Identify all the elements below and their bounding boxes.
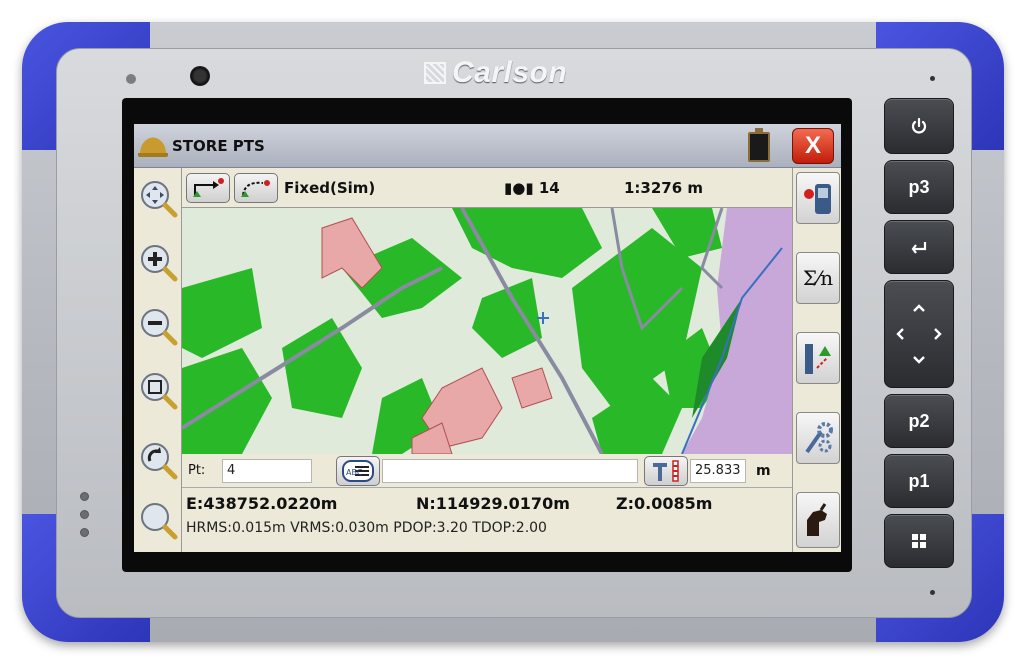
gps-quality-readout: HRMS:0.015m VRMS:0.030m PDOP:3.20 TDOP:2… xyxy=(186,520,547,536)
device-stage: Carlson p3 p2 p1 STORE PTS X Fixed(Sim) … xyxy=(0,0,1024,670)
zoom-previous-button[interactable] xyxy=(138,440,180,482)
page-title: STORE PTS xyxy=(172,136,265,155)
map-view[interactable] xyxy=(182,208,792,454)
dpad-right-icon[interactable] xyxy=(933,327,943,341)
settings-button[interactable] xyxy=(796,412,840,464)
dpad-left-icon[interactable] xyxy=(895,327,905,341)
store-offset-button[interactable] xyxy=(234,172,278,203)
hardhat-icon[interactable] xyxy=(138,134,168,157)
map-drawing xyxy=(182,208,792,454)
hw-p2-button[interactable]: p2 xyxy=(884,394,954,448)
tools-gear-icon xyxy=(805,422,833,454)
northing-value: N:114929.0170m xyxy=(416,494,570,513)
coordinate-readout: E:438752.0220m N:114929.0170m Z:0.0085m xyxy=(186,490,786,518)
pan-button[interactable] xyxy=(138,178,180,220)
zoom-in-button[interactable] xyxy=(138,242,180,284)
description-list-button[interactable]: ABC xyxy=(336,455,380,486)
close-button[interactable]: X xyxy=(792,128,834,164)
point-entry-bar: Pt: 4 ABC 25.833 m xyxy=(182,454,792,488)
rod-height-input[interactable]: 25.833 xyxy=(690,458,746,483)
exit-routine-button[interactable] xyxy=(796,492,840,548)
description-input[interactable] xyxy=(382,458,638,483)
satellite-icon: ▮●▮ xyxy=(504,178,539,197)
power-icon xyxy=(911,117,927,134)
zoom-out-icon xyxy=(141,309,178,346)
zoom-window-icon xyxy=(141,373,178,410)
gps-receiver-icon xyxy=(804,184,831,214)
pt-label: Pt: xyxy=(188,463,206,478)
hw-power-button[interactable] xyxy=(884,98,954,154)
rod-height-unit: m xyxy=(756,462,771,479)
gps-monitor-button[interactable] xyxy=(796,172,840,224)
status-led-1 xyxy=(80,492,89,501)
brand-icon xyxy=(424,62,446,84)
title-bar: STORE PTS X xyxy=(134,124,841,168)
sigma-n-icon: Σ⁄n xyxy=(802,266,834,290)
left-toolbar xyxy=(134,168,182,552)
zoom-out-button[interactable] xyxy=(138,306,180,348)
horse-icon xyxy=(807,503,827,536)
status-led-2 xyxy=(80,510,89,519)
svg-text:ABC: ABC xyxy=(346,468,363,477)
battery-icon xyxy=(748,128,770,162)
zoom-extents-button[interactable] xyxy=(138,500,180,542)
hw-p1-button[interactable]: p1 xyxy=(884,454,954,508)
dpad-up-icon[interactable] xyxy=(912,303,926,313)
store-point-icon xyxy=(193,177,224,197)
brand-logo: Carlson xyxy=(424,56,567,90)
averaging-button[interactable]: Σ⁄n xyxy=(796,252,840,304)
satellite-count: ▮●▮ 14 xyxy=(504,178,560,197)
zoom-previous-icon xyxy=(141,443,178,480)
hw-p3-button[interactable]: p3 xyxy=(884,160,954,214)
hw-enter-button[interactable] xyxy=(884,220,954,274)
light-sensor xyxy=(126,74,136,84)
status-toolbar: Fixed(Sim) ▮●▮ 14 1:3276 m xyxy=(182,168,792,208)
hw-dpad[interactable] xyxy=(884,280,954,388)
zoom-window-button[interactable] xyxy=(138,370,180,412)
elevation-value: Z:0.0085m xyxy=(616,494,713,513)
zoom-in-icon xyxy=(141,245,178,282)
indicator-dot-bottom xyxy=(930,590,935,595)
indicator-dot-top xyxy=(930,76,935,81)
dpad-middle-row xyxy=(885,327,953,341)
windows-icon xyxy=(912,534,926,548)
rover-tree-icon xyxy=(805,344,831,374)
pan-magnifier-icon xyxy=(141,181,178,218)
store-point-button[interactable] xyxy=(186,172,230,203)
zoom-extents-icon xyxy=(141,503,178,540)
right-toolbar: Σ⁄n xyxy=(792,168,841,552)
map-scale: 1:3276 m xyxy=(624,178,704,197)
dpad-down-icon[interactable] xyxy=(912,355,926,365)
gps-mode-label: Fixed(Sim) xyxy=(284,178,376,197)
description-list-icon: ABC xyxy=(342,459,374,482)
rod-height-icon xyxy=(653,459,679,482)
status-led-3 xyxy=(80,528,89,537)
hw-windows-button[interactable] xyxy=(884,514,954,568)
app-screen: STORE PTS X Fixed(Sim) ▮●▮ 14 1:3276 m Σ… xyxy=(134,124,841,552)
point-number-input[interactable]: 4 xyxy=(222,458,312,483)
enter-icon xyxy=(911,242,927,254)
front-camera xyxy=(190,66,210,86)
easting-value: E:438752.0220m xyxy=(186,494,338,513)
rover-setup-button[interactable] xyxy=(796,332,840,384)
rod-height-button[interactable] xyxy=(644,455,688,486)
store-offset-icon xyxy=(241,179,270,197)
